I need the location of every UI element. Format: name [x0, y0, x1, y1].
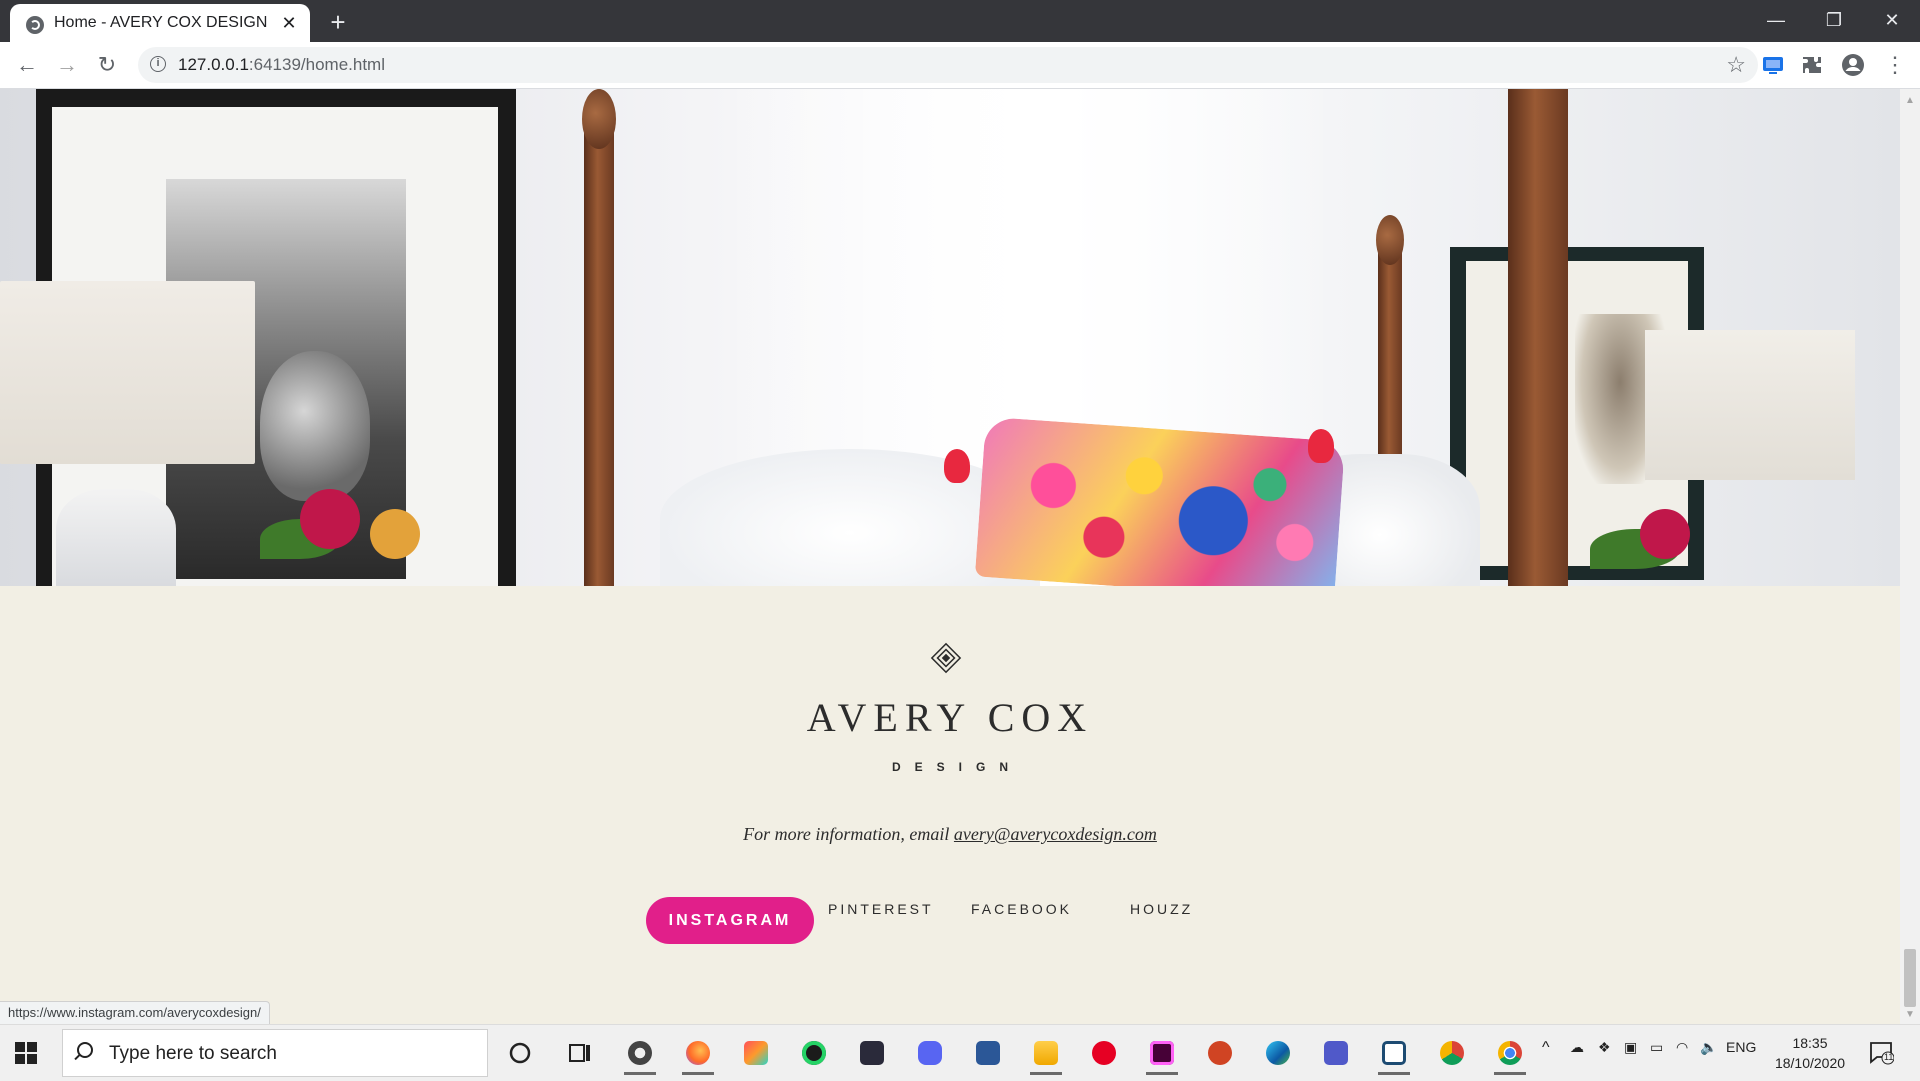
flowers-left-2 — [370, 509, 420, 559]
info-icon[interactable]: i — [150, 56, 166, 72]
cast-extension-icon[interactable] — [1760, 52, 1786, 78]
url-path: :64139/home.html — [248, 55, 385, 74]
bedpost-right — [1508, 89, 1568, 586]
houzz-link[interactable]: HOUZZ — [1130, 901, 1193, 917]
battery-icon[interactable]: ▭ — [1650, 1039, 1663, 1056]
windows-start-icon[interactable] — [14, 1041, 38, 1065]
flowers-left — [300, 489, 360, 549]
contact-info: For more information, email avery@averyc… — [0, 824, 1900, 845]
site-footer: AVERY COX DESIGN For more information, e… — [0, 586, 1900, 1024]
cortana-icon[interactable] — [500, 1033, 540, 1073]
windows-taskbar: Type here to search ^ ☁ ❖ ▣ ▭ ◠ 🔈 ENG 18… — [0, 1024, 1920, 1081]
powerpoint-app-icon[interactable] — [1200, 1033, 1240, 1073]
onedrive-icon[interactable]: ☁ — [1570, 1039, 1584, 1056]
adobe-xd-app-icon[interactable] — [1142, 1033, 1182, 1075]
bedpost-finial-back — [1376, 215, 1404, 265]
tab-title: Home - AVERY COX DESIGN — [54, 14, 268, 31]
cushion-tassel-right — [1308, 429, 1334, 463]
extensions-icon[interactable] — [1800, 52, 1826, 78]
teams-app-icon[interactable] — [1316, 1033, 1356, 1073]
contact-email-link[interactable]: avery@averycoxdesign.com — [954, 824, 1157, 844]
photograph-portrait — [260, 351, 370, 501]
chrome-profile-app-icon[interactable] — [1432, 1033, 1472, 1073]
profile-icon[interactable] — [1840, 52, 1866, 78]
brand-name: AVERY COX — [806, 695, 1094, 740]
url-text[interactable]: 127.0.0.1:64139/home.html — [178, 55, 385, 75]
word-app-icon[interactable] — [968, 1033, 1008, 1073]
app-tray-icon[interactable]: ▣ — [1624, 1039, 1637, 1056]
clock-time: 18:35 — [1792, 1035, 1828, 1051]
instagram-button[interactable]: INSTAGRAM — [646, 897, 814, 944]
whatsapp-app-icon[interactable] — [794, 1033, 834, 1073]
embroidered-cushion — [974, 416, 1346, 586]
volume-icon[interactable]: 🔈 — [1700, 1039, 1717, 1056]
facebook-link[interactable]: FACEBOOK — [971, 901, 1072, 917]
brackets-app-icon[interactable] — [1374, 1033, 1414, 1075]
task-view-icon[interactable] — [560, 1033, 600, 1073]
scrollbar-thumb[interactable] — [1904, 949, 1916, 1007]
link-status-bubble: https://www.instagram.com/averycoxdesign… — [0, 1001, 270, 1024]
lamp-shade-left — [0, 281, 255, 464]
file-explorer-app-icon[interactable] — [1026, 1033, 1066, 1075]
close-icon[interactable]: ✕ — [278, 12, 300, 34]
scroll-up-arrow-icon[interactable]: ▲ — [1904, 95, 1916, 107]
search-icon — [77, 1042, 93, 1058]
bedpost-finial-left — [582, 89, 616, 149]
address-bar[interactable]: i 127.0.0.1:64139/home.html ☆ — [138, 47, 1758, 83]
bedpost-left — [584, 129, 614, 586]
globe-icon — [26, 16, 44, 34]
notification-count: 11 — [1884, 1052, 1894, 1062]
chevron-up-icon[interactable]: ^ — [1542, 1039, 1550, 1057]
system-clock[interactable]: 18:35 18/10/2020 — [1760, 1033, 1860, 1073]
language-indicator[interactable]: ENG — [1726, 1039, 1756, 1055]
taskbar-search[interactable]: Type here to search — [62, 1029, 488, 1077]
window-close-icon[interactable]: ✕ — [1864, 0, 1920, 42]
back-icon[interactable]: ← — [12, 50, 42, 80]
restore-icon[interactable]: ❐ — [1806, 0, 1862, 42]
forward-icon[interactable]: → — [52, 50, 82, 80]
diamond-logo-icon — [930, 642, 962, 674]
pen-app-icon[interactable] — [852, 1033, 892, 1073]
scroll-down-arrow-icon[interactable]: ▼ — [1904, 1009, 1916, 1021]
lamp-shade-right — [1645, 330, 1855, 480]
brand-subtitle: DESIGN — [891, 760, 1022, 774]
cushion-tassel-left — [944, 449, 970, 483]
pinterest-app-icon[interactable] — [1084, 1033, 1124, 1073]
wifi-icon[interactable]: ◠ — [1676, 1039, 1688, 1056]
lamp-base-left — [56, 489, 176, 586]
reload-icon[interactable]: ↻ — [92, 50, 122, 80]
page-scrollbar[interactable]: ▲ ▼ — [1900, 89, 1920, 1024]
star-icon[interactable]: ☆ — [1726, 52, 1746, 78]
browser-toolbar: ← → ↻ i 127.0.0.1:64139/home.html ☆ ⋮ — [0, 42, 1920, 89]
discord-app-icon[interactable] — [910, 1033, 950, 1073]
browser-titlebar: Home - AVERY COX DESIGN ✕ + — ❐ ✕ — [0, 0, 1920, 42]
hero-bedroom-image — [0, 89, 1900, 586]
clock-date: 18/10/2020 — [1774, 1055, 1846, 1071]
minimize-icon[interactable]: — — [1748, 0, 1804, 42]
notification-center-icon[interactable]: 11 — [1868, 1039, 1895, 1065]
chrome-app-icon[interactable] — [1490, 1033, 1530, 1075]
search-placeholder: Type here to search — [109, 1043, 277, 1064]
edge-app-icon[interactable] — [1258, 1033, 1298, 1073]
menu-icon[interactable]: ⋮ — [1880, 50, 1910, 80]
dropbox-icon[interactable]: ❖ — [1598, 1039, 1611, 1056]
firefox-app-icon[interactable] — [678, 1033, 718, 1075]
pinterest-link[interactable]: PINTEREST — [828, 901, 934, 917]
settings-app-icon[interactable] — [620, 1033, 660, 1075]
browser-tab-active[interactable]: Home - AVERY COX DESIGN ✕ — [10, 4, 310, 42]
contact-info-prefix: For more information, email — [743, 824, 950, 844]
page-viewport: AVERY COX DESIGN For more information, e… — [0, 89, 1900, 1024]
flowers-right — [1640, 509, 1690, 559]
plus-icon[interactable]: + — [324, 8, 352, 36]
url-host: 127.0.0.1 — [178, 55, 249, 74]
creative-cloud-app-icon[interactable] — [736, 1033, 776, 1073]
